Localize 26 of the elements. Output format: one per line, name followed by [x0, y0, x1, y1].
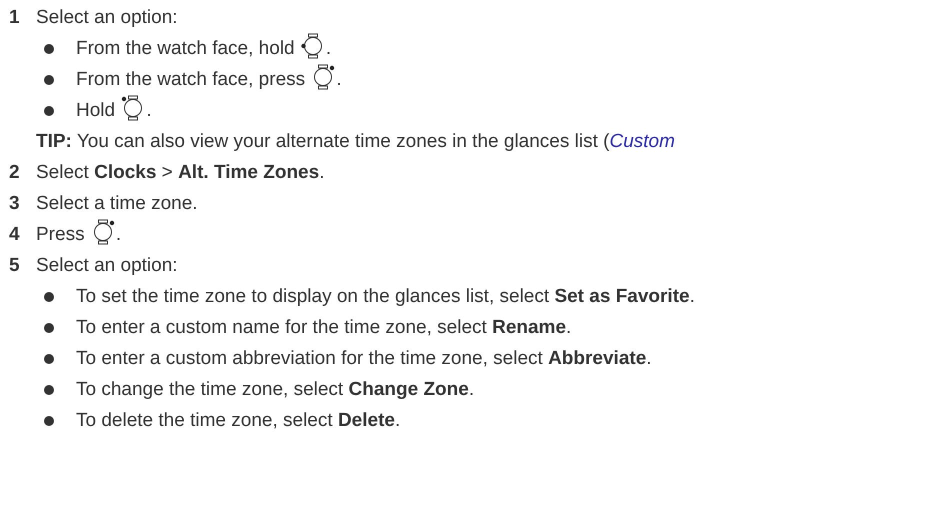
step-text: To delete the time zone, select Delete.	[76, 410, 400, 431]
watch-icon	[300, 33, 325, 59]
step-text: .	[146, 100, 152, 121]
step-text: From the watch face, hold	[76, 38, 296, 59]
step-text: To enter a custom name for the time zone, select Rename.	[76, 317, 572, 338]
step-text: Select Clocks > Alt. Time Zones.	[36, 162, 324, 183]
step-number: 1	[8, 6, 21, 30]
step-text: Hold	[76, 100, 116, 121]
step-text: .	[116, 224, 122, 245]
step-text: To change the time zone, select Change Zone.	[76, 379, 474, 400]
step-text: .	[336, 69, 342, 90]
step-text: Press	[36, 224, 86, 245]
step-number: 3	[8, 192, 21, 216]
step-number: 2	[8, 161, 21, 185]
step-text: Select a time zone.	[36, 193, 198, 214]
step-number: 4	[8, 223, 21, 247]
tip-text: TIP: You can also view your alternate time zones in the glances list (Custom	[36, 130, 676, 154]
step-text: From the watch face, press	[76, 69, 306, 90]
step-text: Select an option:	[36, 7, 178, 28]
step-text: To set the time zone to display on the glances list, select Set as Favorite.	[76, 286, 695, 307]
step-text: .	[326, 38, 332, 59]
step-text: Select an option:	[36, 255, 178, 276]
step-text: To enter a custom abbreviation for the time zone, select Abbreviate.	[76, 348, 652, 369]
link[interactable]: Custom	[609, 131, 675, 152]
watch-icon	[311, 64, 336, 90]
step-number: 5	[8, 254, 21, 278]
